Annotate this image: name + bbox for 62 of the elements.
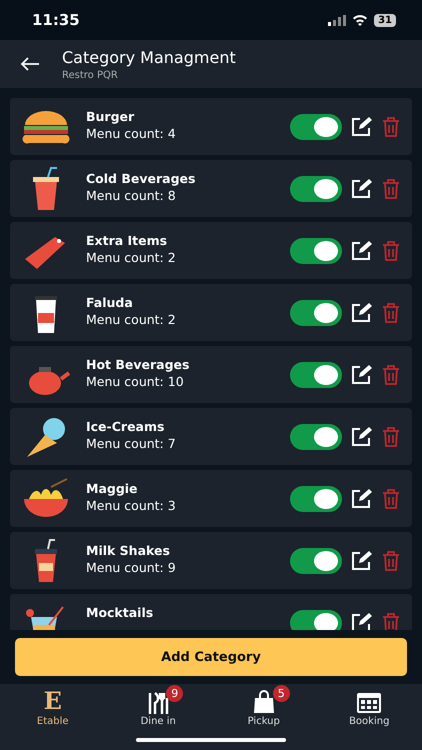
delete-icon[interactable] <box>382 612 400 630</box>
delete-icon[interactable] <box>382 302 400 322</box>
category-name: Maggie <box>86 480 139 496</box>
toggle-switch[interactable] <box>290 114 342 140</box>
delete-icon[interactable] <box>382 240 400 260</box>
toggle-switch[interactable] <box>290 300 342 326</box>
menu-count: Menu count: 2 <box>86 312 177 326</box>
edit-icon[interactable] <box>350 302 372 324</box>
shopping-bag-icon <box>252 690 276 714</box>
toggle-switch[interactable] <box>290 548 342 574</box>
delete-icon[interactable] <box>382 550 400 570</box>
logo: E <box>44 688 62 714</box>
clock: 11:35 <box>32 11 80 29</box>
toggle-switch[interactable] <box>290 424 342 450</box>
cutlery-icon <box>147 692 170 714</box>
count-badge: 9 <box>166 685 184 702</box>
menu-count: Menu count: 4 <box>86 126 177 140</box>
tab-item[interactable]: 9 Dine in <box>118 688 198 728</box>
edit-icon[interactable] <box>350 550 372 572</box>
category-name: Mocktails <box>86 604 154 620</box>
back-arrow-icon[interactable] <box>20 57 40 71</box>
signal-icon <box>328 14 346 26</box>
edit-icon[interactable] <box>350 488 372 510</box>
toggle-switch[interactable] <box>290 238 342 264</box>
delete-icon[interactable] <box>382 178 400 198</box>
toggle-switch[interactable] <box>290 486 342 512</box>
tab-item[interactable]: Booking <box>329 688 410 728</box>
menu-count: Menu count: 9 <box>86 560 177 574</box>
edit-icon[interactable] <box>350 116 372 138</box>
page-title: Category Managment <box>62 48 236 66</box>
toggle-switch[interactable] <box>290 610 342 630</box>
category-name: Ice-Creams <box>86 418 166 434</box>
category-name: Cold Beverages <box>86 170 196 186</box>
menu-count: Menu count: 8 <box>86 188 177 202</box>
category-name: Burger <box>86 108 136 124</box>
toggle-switch[interactable] <box>290 176 342 202</box>
delete-icon[interactable] <box>382 116 400 136</box>
edit-icon[interactable] <box>350 364 372 386</box>
category-name: Hot Beverages <box>86 356 190 372</box>
count-badge: 5 <box>272 685 290 702</box>
delete-icon[interactable] <box>382 364 400 384</box>
menu-count: Menu count: 3 <box>86 498 177 512</box>
edit-icon[interactable] <box>350 612 372 630</box>
tab-item[interactable]: E Etable <box>12 688 93 728</box>
category-name: Milk Shakes <box>86 542 171 558</box>
delete-icon[interactable] <box>382 488 400 508</box>
restaurant-name: Restro PQR <box>62 70 119 80</box>
battery-indicator: 31 <box>374 14 396 26</box>
delete-icon[interactable] <box>382 426 400 446</box>
calendar-icon <box>356 690 382 714</box>
edit-icon[interactable] <box>350 240 372 262</box>
category-name: Extra Items <box>86 232 168 248</box>
menu-count: Menu count: 10 <box>86 374 185 388</box>
wifi-icon <box>352 14 368 26</box>
toggle-switch[interactable] <box>290 362 342 388</box>
edit-icon[interactable] <box>350 426 372 448</box>
menu-count: Menu count: 2 <box>86 250 177 264</box>
category-name: Faluda <box>86 294 134 310</box>
tab-item[interactable]: 5 Pickup <box>224 688 304 728</box>
menu-count: Menu count: 7 <box>86 436 177 450</box>
edit-icon[interactable] <box>350 178 372 200</box>
add-category-button[interactable]: Add Category <box>15 638 407 676</box>
